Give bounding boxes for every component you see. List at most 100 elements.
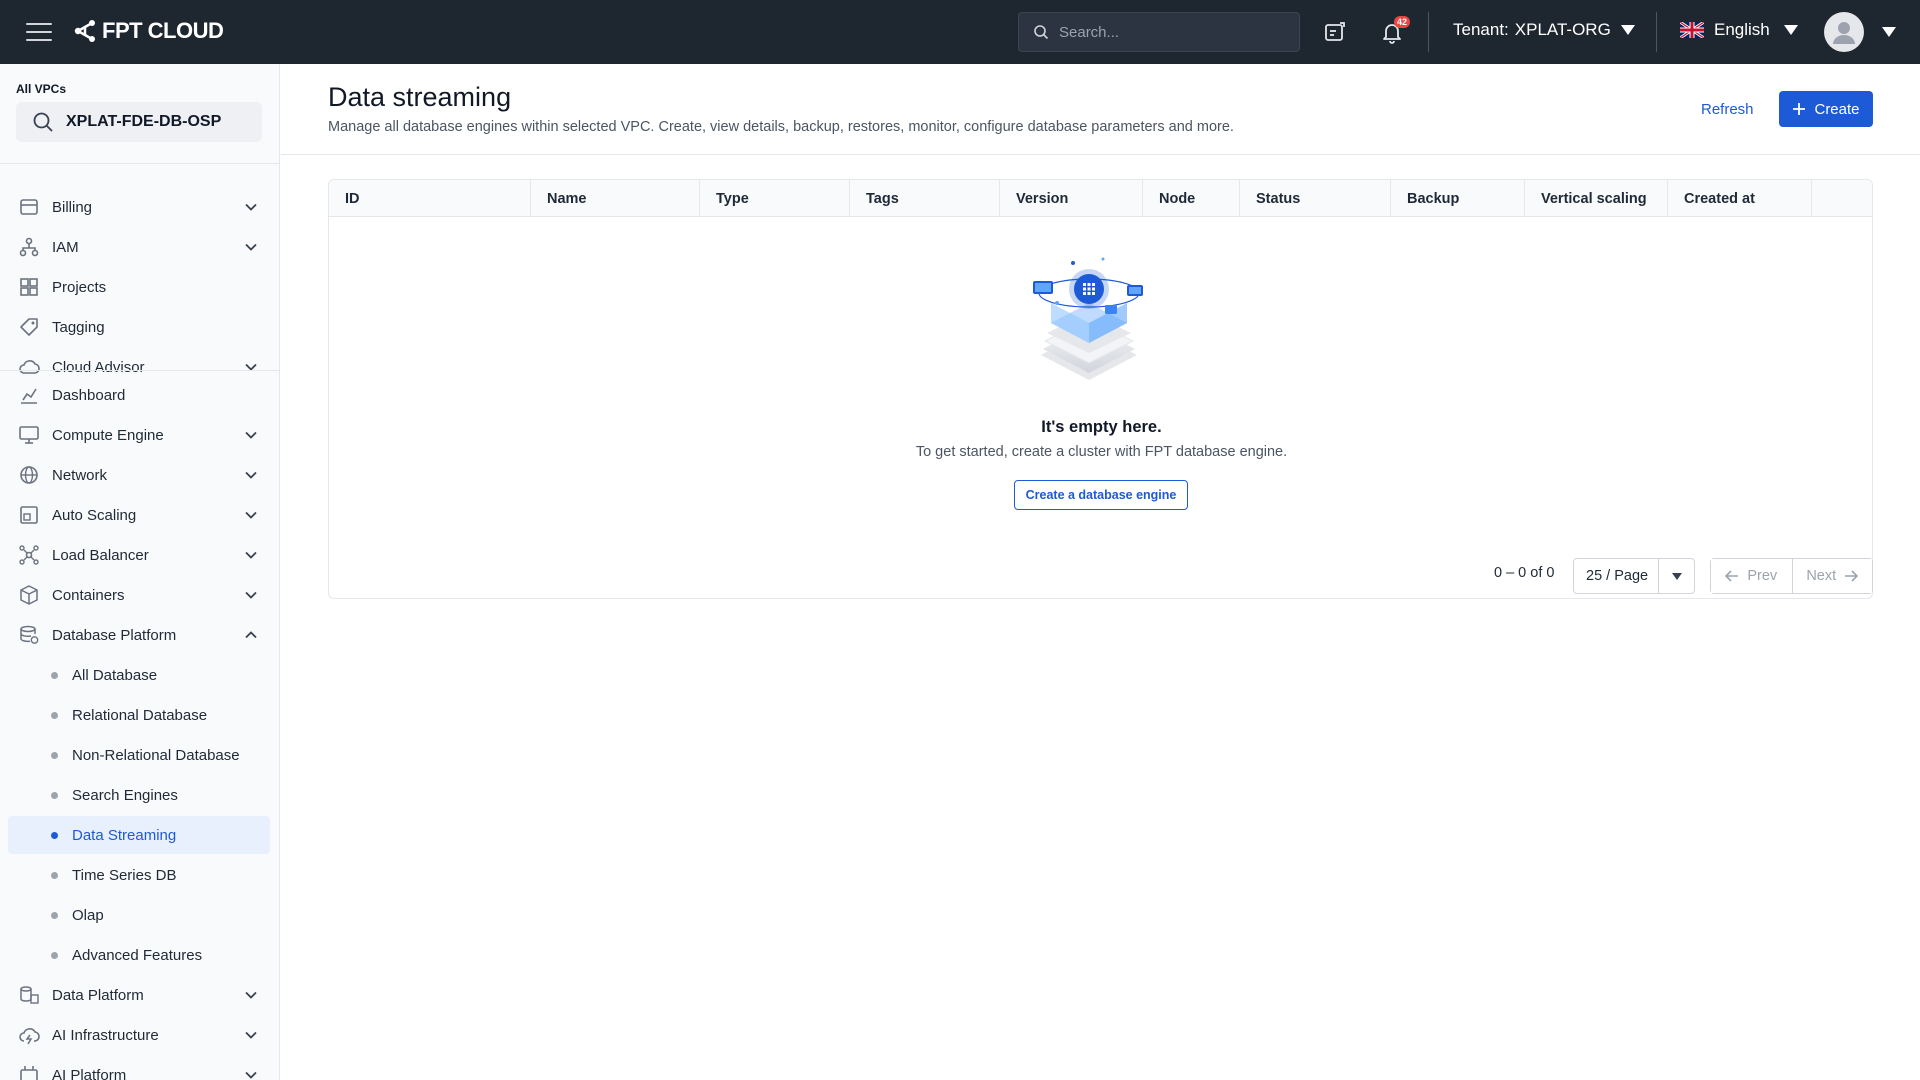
arrow-right-icon [1845, 570, 1859, 582]
chevron-down-icon [245, 1031, 257, 1039]
chevron-down-icon [245, 551, 257, 559]
sidebar-item-iam[interactable]: IAM [0, 227, 279, 267]
chevron-down-icon [245, 591, 257, 599]
sidebar-item-billing[interactable]: Billing [0, 187, 279, 227]
menu-icon[interactable] [26, 20, 52, 44]
sidebar-subitem-label: Time Series DB [72, 866, 177, 884]
sidebar-item-network[interactable]: Network [0, 455, 279, 495]
sidebar-subitem-time-series-db[interactable]: Time Series DB [8, 856, 270, 894]
page-size-value: 25 / Page [1586, 568, 1649, 584]
sidebar-subitem-data-streaming[interactable]: Data Streaming [8, 816, 270, 854]
caret-down-icon[interactable] [1658, 559, 1694, 593]
chevron-down-icon [245, 471, 257, 479]
create-button[interactable]: Create [1779, 91, 1873, 127]
sidebar-item-projects[interactable]: Projects [0, 267, 279, 307]
auto-scaling-icon [18, 504, 40, 526]
user-icon [1833, 22, 1855, 44]
chevron-up-icon [245, 631, 257, 639]
sidebar-item-label: Tagging [52, 318, 105, 336]
globe-icon [18, 464, 40, 486]
vpc-label: All VPCs [16, 82, 67, 96]
sidebar-item-label: Auto Scaling [52, 506, 137, 524]
sidebar-item-auto-scaling[interactable]: Auto Scaling [0, 495, 279, 535]
column-header-id[interactable]: ID [329, 180, 531, 217]
caret-down-icon [1783, 25, 1798, 35]
column-header-created-at[interactable]: Created at [1668, 180, 1812, 217]
sidebar-item-label: AI Platform [52, 1066, 127, 1080]
brand-name: FPT CLOUD [102, 18, 224, 43]
sidebar-item-label: Projects [52, 278, 107, 296]
sidebar-subitem-all-database[interactable]: All Database [8, 656, 270, 694]
user-menu[interactable] [1824, 12, 1896, 52]
notification-bell-icon[interactable]: 42 [1380, 16, 1410, 44]
create-database-engine-button[interactable]: Create a database engine [1014, 480, 1188, 510]
sidebar-subitem-label: Data Streaming [72, 826, 177, 844]
sidebar-item-ai-infrastructure[interactable]: AI Infrastructure [0, 1015, 279, 1055]
feedback-icon[interactable] [1323, 20, 1347, 44]
global-search[interactable] [1018, 12, 1300, 52]
sidebar-item-ai-platform[interactable]: AI Platform [0, 1055, 279, 1080]
avatar [1824, 12, 1864, 52]
load-balancer-icon [18, 544, 40, 566]
sidebar-subitem-olap[interactable]: Olap [8, 896, 270, 934]
sidebar-item-label: Compute Engine [52, 426, 164, 444]
sidebar-subitem-search-engines[interactable]: Search Engines [8, 776, 270, 814]
sidebar-subitem-label: Non-Relational Database [72, 746, 240, 764]
page-size-select[interactable]: 25 / Page [1573, 558, 1695, 594]
next-page-button[interactable]: Next [1791, 559, 1872, 593]
data-table: ID Name Type Tags Version Node Status Ba… [328, 179, 1873, 599]
bullet-icon [51, 832, 58, 839]
chevron-down-icon [245, 991, 257, 999]
column-header-backup[interactable]: Backup [1391, 180, 1525, 217]
language-selector[interactable]: English [1680, 20, 1798, 40]
column-header-actions [1812, 180, 1872, 217]
bullet-icon [51, 752, 58, 759]
sidebar-divider [0, 370, 279, 371]
sidebar-subitem-non-relational-database[interactable]: Non-Relational Database [8, 736, 270, 774]
sidebar-item-containers[interactable]: Containers [0, 575, 279, 615]
caret-down-icon [1882, 27, 1896, 37]
sidebar-item-label: AI Infrastructure [52, 1026, 159, 1044]
main-content: Data streaming Manage all database engin… [281, 64, 1920, 1080]
sidebar-item-database-platform[interactable]: Database Platform [0, 615, 279, 655]
refresh-button[interactable]: Refresh [1691, 91, 1764, 127]
arrow-left-icon [1725, 570, 1739, 582]
column-header-type[interactable]: Type [700, 180, 850, 217]
column-header-vertical-scaling[interactable]: Vertical scaling [1525, 180, 1668, 217]
column-header-node[interactable]: Node [1143, 180, 1240, 217]
sidebar-subitem-advanced-features[interactable]: Advanced Features [8, 936, 270, 974]
column-header-tags[interactable]: Tags [850, 180, 1000, 217]
sidebar-item-data-platform[interactable]: Data Platform [0, 975, 279, 1015]
billing-icon [18, 196, 40, 218]
ai-platform-icon [18, 1064, 40, 1080]
search-icon [33, 112, 53, 132]
sidebar-item-compute-engine[interactable]: Compute Engine [0, 415, 279, 455]
prev-page-button[interactable]: Prev [1711, 559, 1792, 593]
search-input[interactable] [1059, 23, 1279, 41]
sidebar-subitem-label: Search Engines [72, 786, 178, 804]
sidebar-item-dashboard[interactable]: Dashboard [0, 375, 279, 415]
notification-badge: 42 [1393, 16, 1410, 28]
chevron-down-icon [245, 203, 257, 211]
sidebar-item-label: Billing [52, 198, 93, 216]
brand-logo[interactable]: FPT CLOUD [72, 18, 224, 44]
sidebar-item-label: IAM [52, 238, 79, 256]
data-platform-icon [18, 984, 40, 1006]
sidebar-item-tagging[interactable]: Tagging [0, 307, 279, 347]
tenant-selector[interactable]: Tenant: XPLAT-ORG [1453, 20, 1635, 40]
chevron-down-icon [245, 363, 257, 371]
column-header-status[interactable]: Status [1240, 180, 1391, 217]
projects-icon [18, 276, 40, 298]
sidebar-subitem-relational-database[interactable]: Relational Database [8, 696, 270, 734]
page-title: Data streaming [328, 82, 512, 112]
ai-infra-icon [18, 1024, 40, 1046]
vpc-selector[interactable]: XPLAT-FDE-DB-OSP [16, 102, 262, 142]
column-header-version[interactable]: Version [1000, 180, 1143, 217]
top-navigation-bar: FPT CLOUD 42 Tenant: XPLAT-ORG [0, 0, 1920, 64]
fpt-logo-icon [74, 20, 95, 42]
sidebar-subitem-label: Advanced Features [72, 946, 203, 964]
column-header-name[interactable]: Name [531, 180, 700, 217]
sidebar-item-load-balancer[interactable]: Load Balancer [0, 535, 279, 575]
sidebar-item-label: Dashboard [52, 386, 126, 404]
chevron-down-icon [245, 511, 257, 519]
